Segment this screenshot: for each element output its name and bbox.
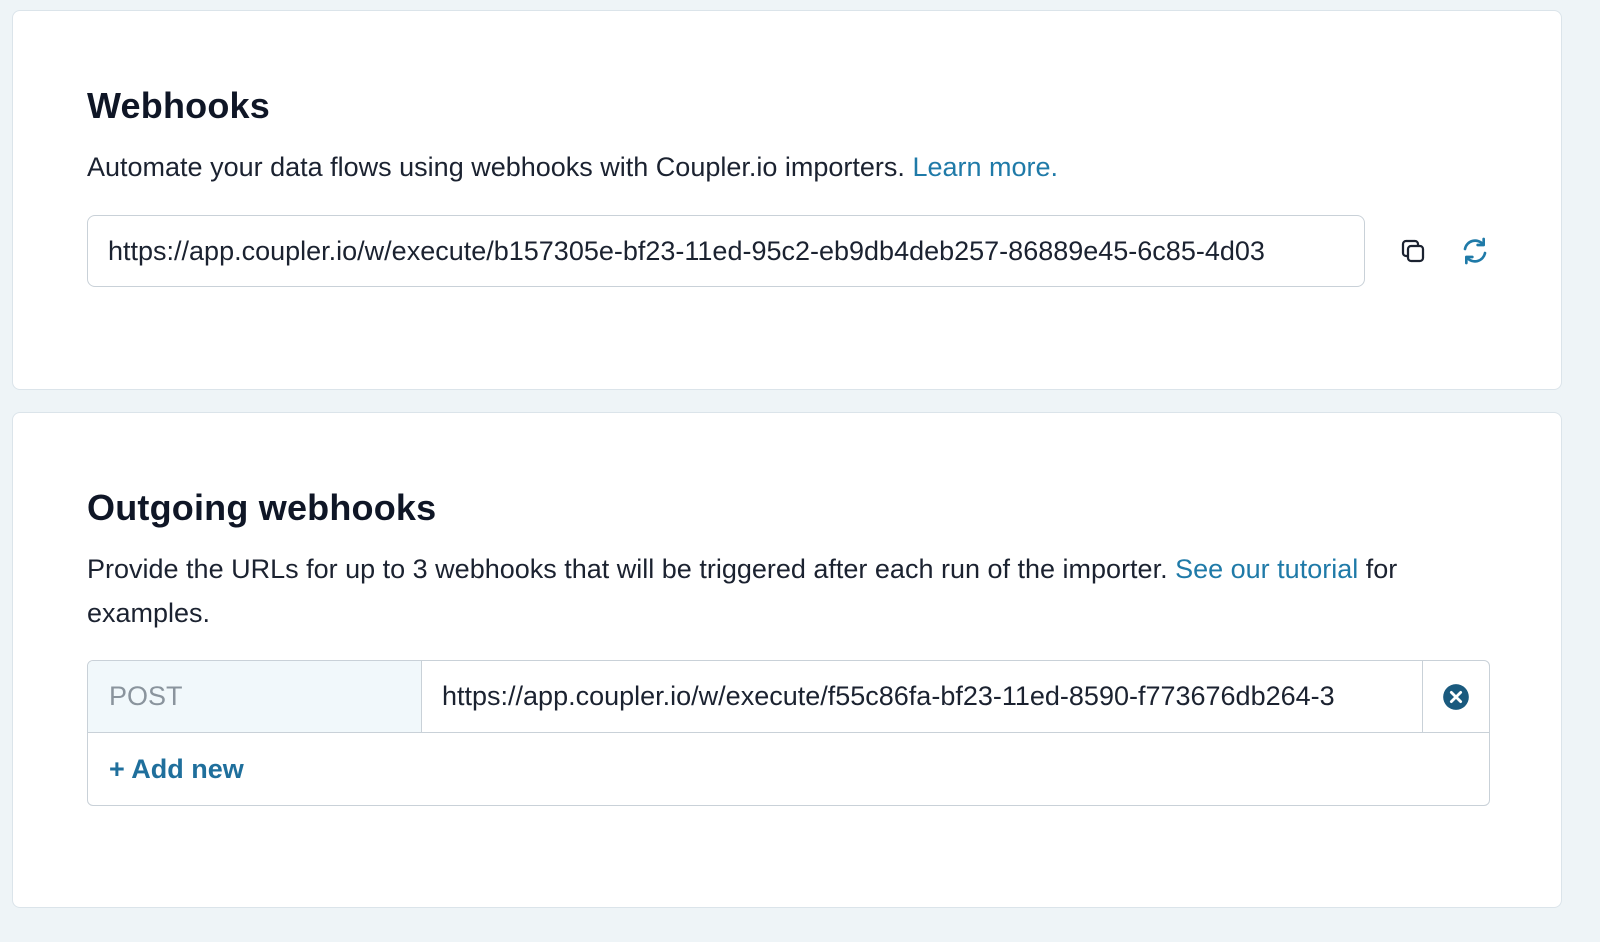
refresh-icon	[1463, 237, 1487, 265]
regenerate-button[interactable]	[1453, 229, 1497, 273]
webhooks-title: Webhooks	[87, 85, 270, 126]
tutorial-link[interactable]: See our tutorial	[1175, 554, 1358, 584]
copy-icon	[1401, 239, 1425, 263]
add-new-webhook-button[interactable]: + Add new	[109, 754, 244, 785]
method-select[interactable]: POST	[88, 661, 422, 732]
outgoing-webhooks-title: Outgoing webhooks	[87, 487, 437, 528]
webhooks-description: Automate your data flows using webhooks …	[87, 145, 1487, 189]
outgoing-url-input[interactable]: https://app.coupler.io/w/execute/f55c86f…	[422, 661, 1423, 732]
outgoing-webhooks-description: Provide the URLs for up to 3 webhooks th…	[87, 547, 1507, 635]
close-circle-icon	[1443, 683, 1469, 710]
copy-button[interactable]	[1391, 229, 1435, 273]
webhooks-card: Webhooks Automate your data flows using …	[12, 10, 1562, 390]
outgoing-description-text: Provide the URLs for up to 3 webhooks th…	[87, 554, 1168, 584]
webhooks-description-text: Automate your data flows using webhooks …	[87, 152, 905, 182]
webhook-row: POST https://app.coupler.io/w/execute/f5…	[88, 661, 1489, 733]
webhook-url-field[interactable]: https://app.coupler.io/w/execute/b157305…	[87, 215, 1365, 287]
outgoing-url-text: https://app.coupler.io/w/execute/f55c86f…	[442, 681, 1335, 711]
remove-webhook-button[interactable]	[1423, 661, 1489, 732]
webhook-url-text: https://app.coupler.io/w/execute/b157305…	[108, 235, 1265, 266]
outgoing-webhooks-table: POST https://app.coupler.io/w/execute/f5…	[87, 660, 1490, 806]
learn-more-link[interactable]: Learn more.	[912, 152, 1058, 182]
outgoing-webhooks-card: Outgoing webhooks Provide the URLs for u…	[12, 412, 1562, 908]
